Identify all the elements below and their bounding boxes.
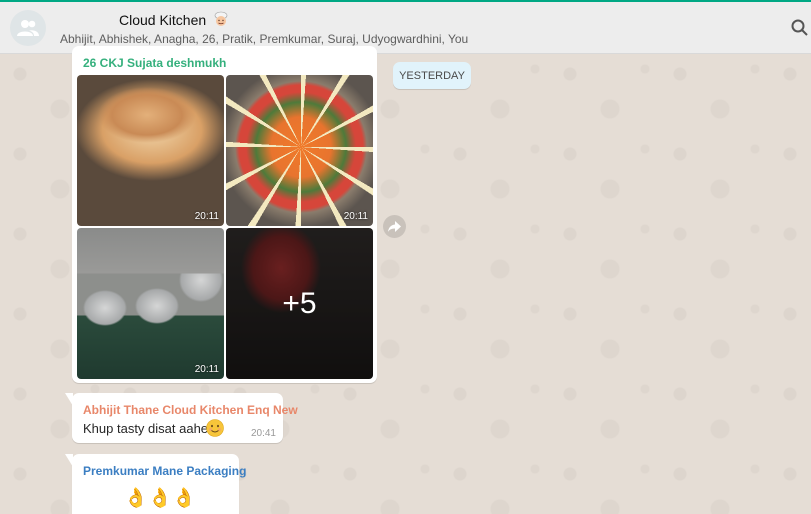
emoji-message: 👌👌👌 [124,486,196,510]
participants-list[interactable]: Abhijit, Abhishek, Anagha, 26, Pratik, P… [60,32,468,46]
sender-name[interactable]: 26 CKJ Sujata deshmukh [83,56,226,70]
sender-name[interactable]: Abhijit Thane Cloud Kitchen Enq New [83,403,298,417]
message-time: 20:11 [343,211,368,222]
ok-hand-emoji-icon: 👌 [148,488,172,509]
forward-button[interactable] [383,215,406,238]
message-time: 20:11 [194,211,219,222]
image-album-message[interactable]: 26 CKJ Sujata deshmukh 20:11 20:11 20:11… [72,46,377,383]
chat-message[interactable]: Premkumar Mane Packaging 👌👌👌 [65,454,246,514]
chat-area[interactable]: 26 CKJ Sujata deshmukh 20:11 20:11 20:11… [0,46,811,514]
bubble-tail [65,454,73,467]
ok-hand-emoji-icon: 👌 [124,488,148,509]
search-icon[interactable] [791,18,809,38]
chef-emoji-icon [214,11,228,26]
group-title[interactable]: Cloud Kitchen [119,12,206,28]
photo-thumbnail[interactable]: 20:11 [226,75,373,226]
forward-icon [388,221,401,232]
group-icon [17,20,39,36]
group-avatar[interactable] [10,10,46,46]
photo-thumbnail[interactable]: 20:11 [77,228,224,379]
message-time: 20:41 [250,428,276,439]
sender-name[interactable]: Premkumar Mane Packaging [83,464,246,478]
ok-hand-emoji-icon: 👌 [172,488,196,509]
message-time: 20:11 [194,364,219,375]
photo-thumbnail-more[interactable]: +5 [226,228,373,379]
smiling-face-icon [206,419,224,437]
photo-thumbnail[interactable]: 20:11 [77,75,224,226]
more-photos-count[interactable]: +5 [226,228,373,379]
bubble-tail [65,393,73,406]
date-divider: YESTERDAY [393,62,471,89]
chat-message[interactable]: Abhijit Thane Cloud Kitchen Enq New Khup… [65,393,298,443]
message-text: Khup tasty disat aahe [83,421,209,436]
